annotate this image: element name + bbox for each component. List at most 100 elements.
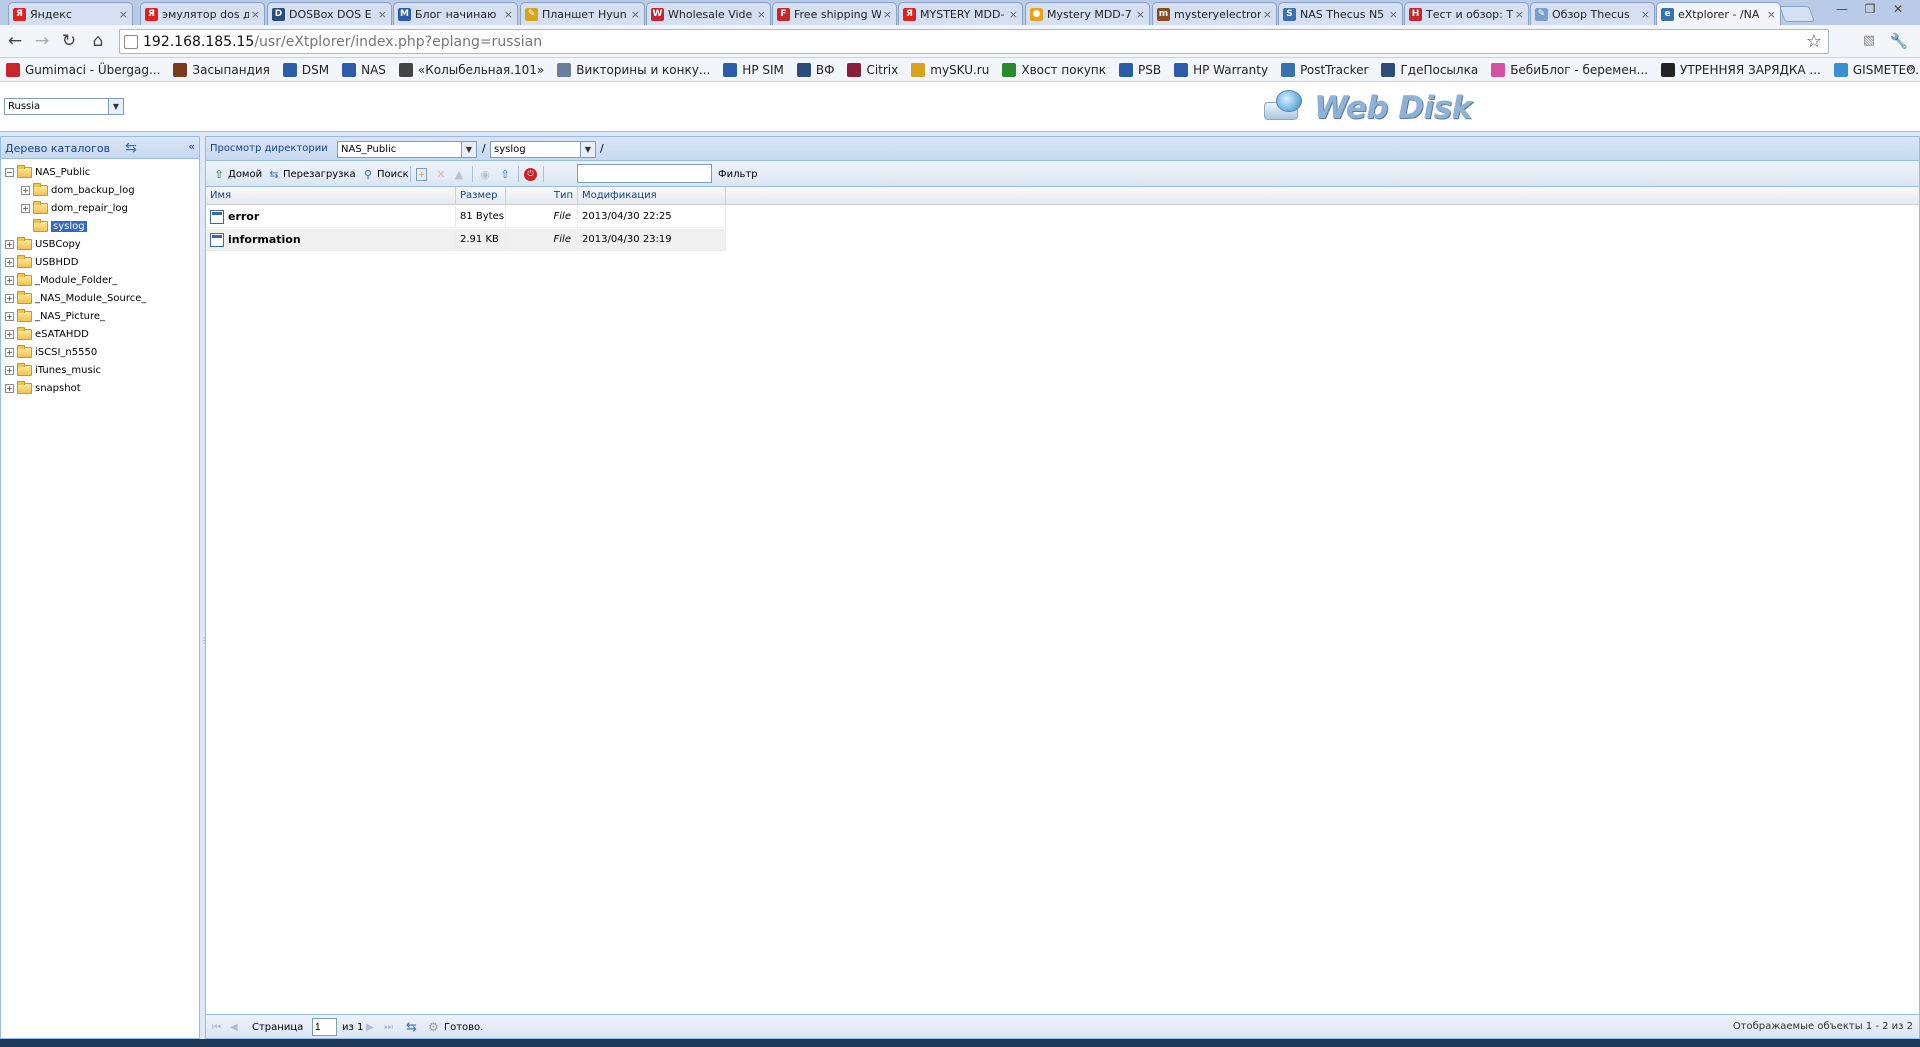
tree-node[interactable]: + _NAS_Picture_: [5, 307, 105, 325]
browser-tab[interactable]: F Free shipping W ×: [772, 2, 897, 25]
browser-tab[interactable]: ● Mystery MDD-7 ×: [1025, 2, 1150, 25]
tree-node[interactable]: + USBCopy: [5, 235, 81, 253]
forward-icon[interactable]: →: [31, 30, 53, 52]
browser-tab[interactable]: Я Яндекс ×: [8, 2, 133, 25]
reload-button[interactable]: ⇆ Перезагрузка: [267, 165, 355, 183]
tree-node[interactable]: + dom_backup_log: [21, 181, 135, 199]
bookmark-item[interactable]: Викторины и конку...: [557, 62, 710, 77]
tab-close-icon[interactable]: ×: [504, 8, 513, 21]
browser-tab[interactable]: ✎ Обзор Thecus ×: [1530, 2, 1655, 25]
column-type[interactable]: Тип: [506, 187, 578, 205]
back-icon[interactable]: ←: [4, 30, 26, 52]
tab-close-icon[interactable]: ×: [1515, 8, 1524, 21]
tree-node[interactable]: syslog: [21, 217, 87, 235]
bookmark-item[interactable]: PSB: [1119, 62, 1161, 77]
table-row[interactable]: information 2.91 KB File 2013/04/30 23:19: [206, 229, 726, 251]
tab-close-icon[interactable]: ×: [1136, 8, 1145, 21]
download-button[interactable]: ◉: [478, 165, 494, 183]
expand-icon[interactable]: +: [5, 257, 14, 267]
home-icon[interactable]: ⌂: [87, 30, 109, 52]
page-input[interactable]: [312, 1018, 337, 1036]
first-page-icon[interactable]: ⏮: [212, 1020, 221, 1034]
restore-icon[interactable]: ❐: [1857, 1, 1883, 17]
home-button[interactable]: ⇧ Домой: [212, 165, 262, 183]
bookmark-item[interactable]: БебиБлог - беремен...: [1491, 62, 1648, 77]
tree-reload-icon[interactable]: ⇆: [123, 140, 139, 156]
expand-icon[interactable]: +: [5, 239, 14, 249]
address-bar[interactable]: 192.168.185.15/usr/eXtplorer/index.php?e…: [119, 29, 1829, 54]
bookmarks-overflow-icon[interactable]: »: [1907, 61, 1914, 75]
tab-close-icon[interactable]: ×: [119, 8, 128, 21]
tree-node[interactable]: + snapshot: [5, 379, 81, 397]
bookmark-item[interactable]: DSM: [282, 62, 329, 77]
browser-tab[interactable]: Я MYSTERY MDD- ×: [898, 2, 1023, 25]
rename-button[interactable]: ▲: [452, 165, 468, 183]
language-select[interactable]: Russia ▼: [4, 98, 124, 115]
logout-button[interactable]: ⏻: [524, 165, 539, 183]
directory-combo-root[interactable]: NAS_Public ▼: [337, 141, 477, 158]
last-page-icon[interactable]: ⏭: [384, 1020, 393, 1034]
expand-icon[interactable]: +: [5, 347, 14, 357]
browser-tab[interactable]: Яэмулятор dos д ×: [140, 2, 265, 25]
tab-close-icon[interactable]: ×: [757, 8, 766, 21]
filter-input[interactable]: [577, 164, 712, 183]
column-modified[interactable]: Модификация: [578, 187, 726, 205]
delete-button[interactable]: ✕: [434, 165, 450, 183]
bookmark-item[interactable]: «Колыбельная.101»: [398, 62, 544, 77]
bookmark-star-icon[interactable]: ☆: [1806, 31, 1822, 52]
tab-close-icon[interactable]: ×: [631, 8, 640, 21]
collapse-icon[interactable]: −: [5, 167, 14, 177]
tab-close-icon[interactable]: ×: [1263, 8, 1272, 21]
browser-tab[interactable]: W Wholesale Vide ×: [646, 2, 771, 25]
bookmark-item[interactable]: Засыпандия: [173, 62, 270, 77]
table-row[interactable]: error 81 Bytes File 2013/04/30 22:25: [206, 206, 726, 228]
bookmark-item[interactable]: ВФ: [796, 62, 834, 77]
bookmark-item[interactable]: Хвост покупк: [1002, 62, 1106, 77]
tab-close-icon[interactable]: ×: [1767, 8, 1776, 21]
bookmark-item[interactable]: NAS: [342, 62, 386, 77]
tab-close-icon[interactable]: ×: [251, 8, 260, 21]
browser-tab[interactable]: e eXtplorer - /NA ×: [1656, 2, 1781, 25]
chevron-down-icon[interactable]: ▼: [108, 99, 123, 114]
expand-icon[interactable]: +: [5, 329, 14, 339]
bookmark-item[interactable]: HP Warranty: [1174, 62, 1268, 77]
tree-node[interactable]: − NAS_Public: [5, 163, 90, 181]
search-button[interactable]: ⚲ Поиск: [361, 165, 409, 183]
close-window-icon[interactable]: ✕: [1885, 1, 1911, 17]
browser-tab[interactable]: S NAS Thecus N5 ×: [1278, 2, 1403, 25]
tree-node[interactable]: + dom_repair_log: [21, 199, 128, 217]
new-file-button[interactable]: +: [416, 165, 429, 183]
tree-node[interactable]: + iSCSI_n5550: [5, 343, 97, 361]
bookmark-item[interactable]: ГдеПосылка: [1381, 62, 1478, 77]
expand-icon[interactable]: +: [5, 293, 14, 303]
tree-node[interactable]: + eSATAHDD: [5, 325, 89, 343]
next-page-icon[interactable]: ▶: [366, 1020, 374, 1034]
expand-icon[interactable]: +: [5, 365, 14, 375]
bookmark-item[interactable]: УТРЕННЯЯ ЗАРЯДКА ...: [1661, 62, 1821, 77]
browser-tab[interactable]: D DOSBox DOS E ×: [267, 2, 392, 25]
browser-tab[interactable]: H Тест и обзор: T ×: [1404, 2, 1529, 25]
expand-icon[interactable]: +: [5, 275, 14, 285]
column-size[interactable]: Размер: [456, 187, 506, 205]
tree-node[interactable]: + _Module_Folder_: [5, 271, 117, 289]
bookmark-item[interactable]: HP SIM: [723, 62, 784, 77]
expand-icon[interactable]: +: [5, 311, 14, 321]
tree-node[interactable]: + _NAS_Module_Source_: [5, 289, 146, 307]
tab-close-icon[interactable]: ×: [378, 8, 387, 21]
new-tab-button[interactable]: [1779, 6, 1815, 22]
bookmark-item[interactable]: Gumimaci - Übergag...: [6, 62, 160, 77]
tree-node[interactable]: + USBHDD: [5, 253, 78, 271]
refresh-icon[interactable]: ⇆: [406, 1020, 417, 1035]
tab-close-icon[interactable]: ×: [883, 8, 892, 21]
collapse-panel-icon[interactable]: «: [188, 140, 195, 153]
filter-button[interactable]: Фильтр: [718, 165, 758, 183]
browser-tab[interactable]: ✎ Планшет Hyun ×: [520, 2, 645, 25]
upload-button[interactable]: ⇧: [498, 165, 514, 183]
chevron-down-icon[interactable]: ▼: [461, 142, 476, 157]
expand-icon[interactable]: +: [21, 185, 30, 195]
bookmark-item[interactable]: PostTracker: [1281, 62, 1368, 77]
prev-page-icon[interactable]: ◀: [230, 1020, 238, 1034]
tab-close-icon[interactable]: ×: [1641, 8, 1650, 21]
column-name[interactable]: Имя: [206, 187, 456, 205]
bookmark-item[interactable]: mySKU.ru: [911, 62, 989, 77]
